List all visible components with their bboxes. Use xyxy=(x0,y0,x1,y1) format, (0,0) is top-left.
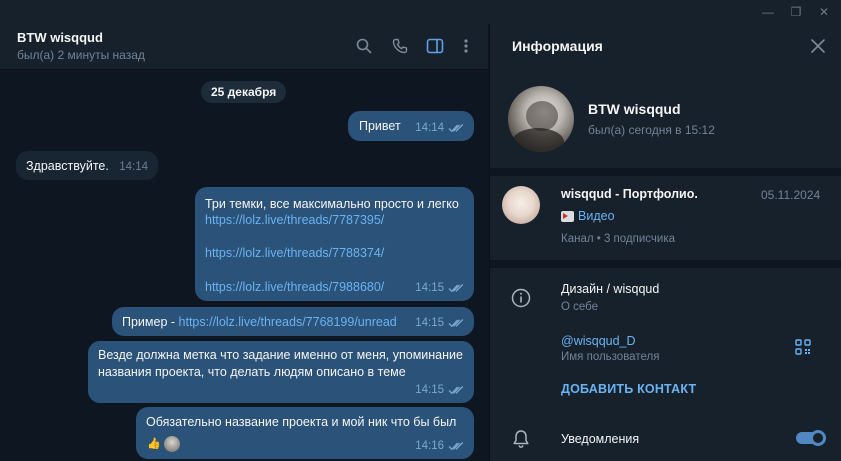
username-label: Имя пользователя xyxy=(561,351,660,363)
read-ticks-icon xyxy=(448,283,464,292)
message-bubble-in[interactable]: Здравствуйте. 14:14 xyxy=(16,151,158,180)
message-bubble-out[interactable]: Три темки, все максимально просто и легк… xyxy=(195,187,474,301)
info-icon xyxy=(510,287,532,309)
read-ticks-icon xyxy=(448,441,464,450)
about-value: Дизайн / wisqqud xyxy=(561,282,660,296)
date-separator: 25 декабря xyxy=(201,81,287,103)
channel-post-date: 05.11.2024 xyxy=(761,188,821,202)
message-bubble-out[interactable]: Привет 14:14 xyxy=(348,111,474,141)
message-bubble-out[interactable]: Везде должна метка что задание именно от… xyxy=(88,341,474,403)
notifications-toggle[interactable] xyxy=(796,430,826,446)
message-meta: 14:15 xyxy=(415,382,464,399)
message-meta: 14:16 xyxy=(415,438,464,455)
about-label: О себе xyxy=(561,301,599,313)
message-text: Привет xyxy=(359,119,401,133)
message-bubble-out[interactable]: Пример - https://lolz.live/threads/77681… xyxy=(112,307,474,336)
message-meta: 14:14 xyxy=(415,120,464,137)
qr-code-icon[interactable] xyxy=(795,339,811,355)
info-panel-title: Информация xyxy=(512,38,603,54)
message-link[interactable]: https://lolz.live/threads/7788374/ xyxy=(205,245,384,262)
info-panel: Информация BTW wisqqud был(а) сегодня в … xyxy=(489,24,841,461)
search-icon[interactable] xyxy=(353,35,375,57)
channel-subscribers: Канал • 3 подписчика xyxy=(561,233,676,245)
read-ticks-icon xyxy=(448,123,464,132)
username-value[interactable]: @wisqqud_D xyxy=(561,334,636,348)
more-menu-icon[interactable] xyxy=(455,35,477,57)
chat-header[interactable]: BTW wisqqud был(а) 2 минуты назад xyxy=(0,24,488,70)
message-bubble-out[interactable]: Обязательно название проекта и мой ник ч… xyxy=(136,407,474,459)
message-time: 14:15 xyxy=(415,383,444,396)
sidebar-toggle-icon[interactable] xyxy=(424,35,446,57)
channel-avatar xyxy=(502,186,540,224)
message-link[interactable]: https://lolz.live/threads/7768199/unread xyxy=(179,315,397,329)
message-time: 14:15 xyxy=(415,281,444,294)
add-contact-button[interactable]: ДОБАВИТЬ КОНТАКТ xyxy=(561,382,696,396)
section-divider xyxy=(490,260,841,268)
message-text: Здравствуйте. xyxy=(26,159,109,173)
window-close-button[interactable]: ✕ xyxy=(806,0,841,24)
toggle-knob xyxy=(810,430,826,446)
message-time: 14:16 xyxy=(415,439,444,452)
message-meta: 14:15 xyxy=(415,315,464,332)
message-text-wrap: Пример - https://lolz.live/threads/77681… xyxy=(122,314,397,331)
bell-icon xyxy=(510,428,532,450)
reactor-avatar xyxy=(164,436,180,452)
message-text: Три темки, все максимально просто и легк… xyxy=(205,197,459,211)
message-time: 14:14 xyxy=(415,121,444,134)
message-text: Пример - xyxy=(122,315,179,329)
profile-name: BTW wisqqud xyxy=(588,101,681,117)
reactions-row[interactable]: 👍 xyxy=(146,436,180,452)
channel-last-post: Видео xyxy=(561,209,615,223)
phone-icon[interactable] xyxy=(389,35,411,57)
message-text: Везде должна метка что задание именно от… xyxy=(98,348,463,379)
message-meta: 14:14 xyxy=(119,159,148,176)
message-time: 14:15 xyxy=(415,316,444,329)
channel-last-post-label: Видео xyxy=(578,209,615,223)
read-ticks-icon xyxy=(448,318,464,327)
close-icon[interactable] xyxy=(808,36,828,56)
message-link[interactable]: https://lolz.live/threads/7787395/ xyxy=(205,212,384,229)
video-thumbnail-icon xyxy=(561,210,574,222)
reaction-emoji[interactable]: 👍 xyxy=(146,436,162,452)
profile-avatar[interactable] xyxy=(508,86,574,152)
chat-status: был(а) 2 минуты назад xyxy=(17,48,145,62)
window-titlebar: — ❐ ✕ xyxy=(0,0,841,24)
chat-title[interactable]: BTW wisqqud xyxy=(17,30,103,45)
notifications-label: Уведомления xyxy=(561,432,640,446)
message-time: 14:14 xyxy=(119,160,148,173)
message-list[interactable]: 25 декабря Привет 14:14 Здравствуйте. 14… xyxy=(0,71,488,461)
message-link[interactable]: https://lolz.live/threads/7988680/ xyxy=(205,279,384,296)
read-ticks-icon xyxy=(448,385,464,394)
section-divider xyxy=(490,168,841,176)
message-text: Обязательно название проекта и мой ник ч… xyxy=(146,415,457,429)
profile-last-seen: был(а) сегодня в 15:12 xyxy=(588,123,715,137)
message-meta: 14:15 xyxy=(415,280,464,297)
channel-name: wisqqud - Портфолио. xyxy=(561,187,698,201)
